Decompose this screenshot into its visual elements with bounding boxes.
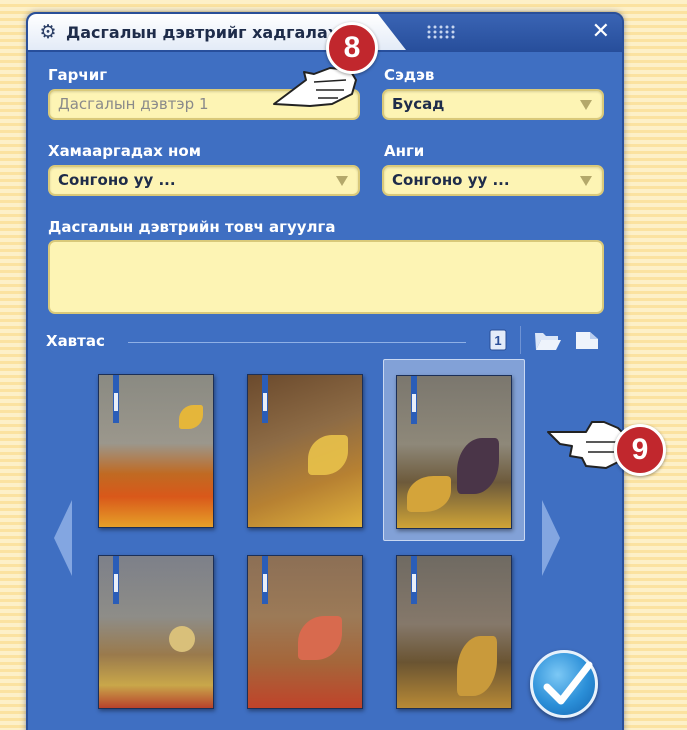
chevron-down-icon [580, 176, 592, 186]
save-workbook-dialog: ⚙ Дасгалын дэвтрийг хадгалах ✕ Гарчиг Да… [26, 12, 624, 730]
arrow-right-icon[interactable] [542, 500, 560, 576]
cover-spine [262, 556, 268, 604]
titlebar: ⚙ Дасгалын дэвтрийг хадгалах ✕ [28, 14, 622, 52]
leaf-decoration [457, 438, 499, 494]
folder-open-icon[interactable] [534, 329, 562, 351]
section-divider [128, 342, 466, 343]
leaf-decoration [308, 435, 348, 475]
summary-label: Дасгалын дэвтрийн товч агуулга [48, 218, 336, 236]
leaf-decoration [457, 636, 497, 696]
grade-select[interactable]: Сонгоно уу ... [382, 165, 604, 196]
chevron-down-icon [580, 100, 592, 110]
gear-icon[interactable]: ⚙ [38, 22, 58, 42]
grade-value: Сонгоно уу ... [392, 171, 510, 189]
cover-spine [411, 376, 417, 424]
grade-label: Анги [384, 142, 425, 160]
acorn-decoration [169, 626, 195, 652]
title-label: Гарчиг [48, 66, 108, 84]
book-select[interactable]: Сонгоно уу ... [48, 165, 360, 196]
cover-spine [113, 375, 119, 423]
close-icon[interactable]: ✕ [592, 19, 610, 45]
leaf-decoration [298, 616, 342, 660]
book-value: Сонгоно уу ... [58, 171, 176, 189]
leaf-decoration [179, 405, 203, 429]
page-icon[interactable]: 1 [488, 329, 508, 351]
step-badge: 8 [326, 22, 378, 74]
cover-thumbnail[interactable] [396, 375, 512, 529]
cover-thumbnail[interactable] [98, 374, 214, 528]
leaf-decoration [407, 476, 451, 512]
page-number: 1 [494, 333, 501, 348]
dialog-title: Дасгалын дэвтрийг хадгалах [66, 23, 339, 42]
check-icon [543, 661, 593, 705]
cover-thumbnail[interactable] [247, 374, 363, 528]
arrow-left-icon[interactable] [54, 500, 72, 576]
confirm-button[interactable] [530, 650, 598, 718]
grip-icon[interactable] [426, 24, 456, 40]
step-badge: 9 [614, 424, 666, 476]
cover-thumbnail[interactable] [98, 555, 214, 709]
summary-textarea[interactable] [48, 240, 604, 314]
toolbar-divider [520, 326, 521, 354]
cover-thumbnail[interactable] [396, 555, 512, 709]
new-page-icon[interactable] [574, 329, 600, 351]
topic-select[interactable]: Бусад [382, 89, 604, 120]
cover-spine [262, 375, 268, 423]
chevron-down-icon [336, 176, 348, 186]
cover-spine [113, 556, 119, 604]
topic-label: Сэдэв [384, 66, 435, 84]
book-label: Хамааргадах ном [48, 142, 201, 160]
cover-thumbnail[interactable] [247, 555, 363, 709]
covers-section-title: Хавтас [46, 332, 105, 350]
cover-spine [411, 556, 417, 604]
topic-value: Бусад [392, 95, 445, 113]
